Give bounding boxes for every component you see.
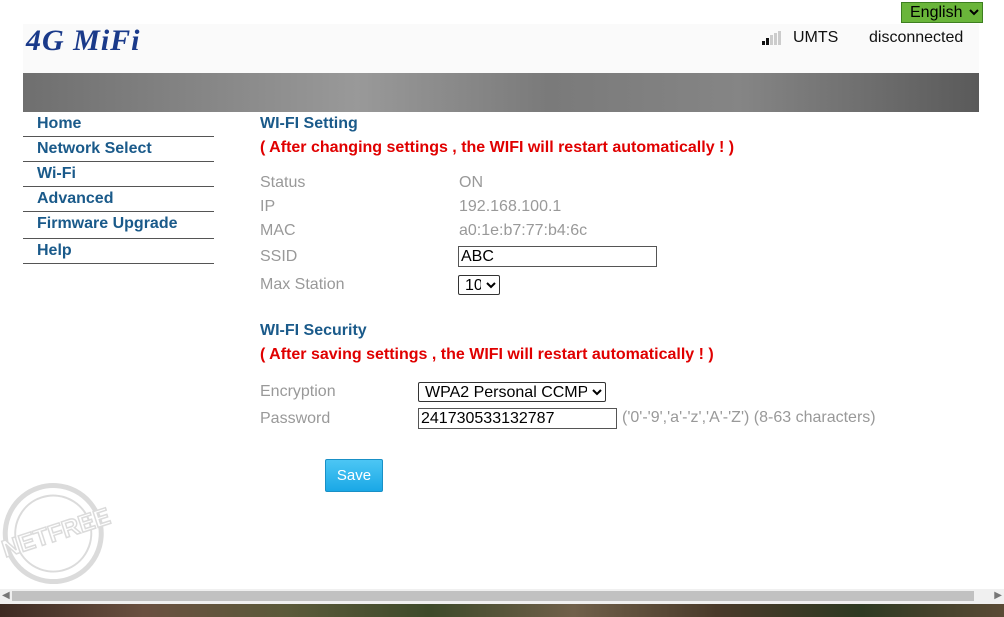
nav-item-advanced[interactable]: Advanced bbox=[23, 188, 214, 212]
encryption-select[interactable]: WPA2 Personal CCMP bbox=[418, 382, 606, 402]
logo: 4G MiFi bbox=[26, 24, 141, 57]
scroll-left-arrow-icon[interactable]: ◀ bbox=[2, 590, 10, 601]
mac-label: MAC bbox=[260, 222, 296, 239]
encryption-label: Encryption bbox=[260, 383, 336, 400]
password-label: Password bbox=[260, 410, 331, 427]
language-select[interactable]: English bbox=[901, 2, 983, 23]
wifi-security-warning: ( After saving settings , the WIFI will … bbox=[260, 346, 714, 363]
wifi-setting-warning: ( After changing settings , the WIFI wil… bbox=[260, 139, 735, 156]
ssid-label: SSID bbox=[260, 248, 298, 265]
horizontal-scrollbar[interactable]: ◀ ▶ bbox=[0, 589, 1004, 604]
password-hint: ('0'-'9','a'-'z','A'-'Z') (8-63 characte… bbox=[622, 409, 876, 426]
nav-item-wifi[interactable]: Wi-Fi bbox=[23, 163, 214, 187]
wifi-security-title: WI-FI Security bbox=[260, 322, 367, 339]
signal-strength-icon bbox=[762, 31, 786, 45]
max-station-label: Max Station bbox=[260, 276, 345, 293]
network-type: UMTS bbox=[793, 29, 839, 46]
save-button[interactable]: Save bbox=[325, 459, 383, 492]
scroll-right-arrow-icon[interactable]: ▶ bbox=[994, 590, 1002, 601]
header-banner bbox=[23, 73, 979, 112]
status-label: Status bbox=[260, 174, 306, 191]
wifi-setting-title: WI-FI Setting bbox=[260, 115, 358, 132]
sidebar-nav: Home Network Select Wi-Fi Advanced Firmw… bbox=[23, 113, 214, 264]
ip-value: 192.168.100.1 bbox=[459, 198, 562, 215]
nav-item-home[interactable]: Home bbox=[23, 113, 214, 137]
header: 4G MiFi UMTS disconnected bbox=[23, 24, 979, 73]
background-image-strip bbox=[0, 604, 1004, 617]
mac-value: a0:1e:b7:77:b4:6c bbox=[459, 222, 588, 239]
scrollbar-thumb[interactable] bbox=[12, 591, 974, 601]
nav-item-network-select[interactable]: Network Select bbox=[23, 138, 214, 162]
nav-item-firmware-upgrade[interactable]: Firmware Upgrade bbox=[23, 213, 214, 239]
ip-label: IP bbox=[260, 198, 276, 215]
ssid-input[interactable] bbox=[458, 246, 657, 267]
status-value: ON bbox=[459, 174, 483, 191]
connection-status: disconnected bbox=[869, 29, 964, 46]
password-input[interactable] bbox=[418, 408, 617, 429]
max-station-select[interactable]: 10 bbox=[458, 275, 500, 295]
netfree-stamp-icon: NETFREE bbox=[0, 483, 114, 585]
nav-item-help[interactable]: Help bbox=[23, 240, 214, 264]
